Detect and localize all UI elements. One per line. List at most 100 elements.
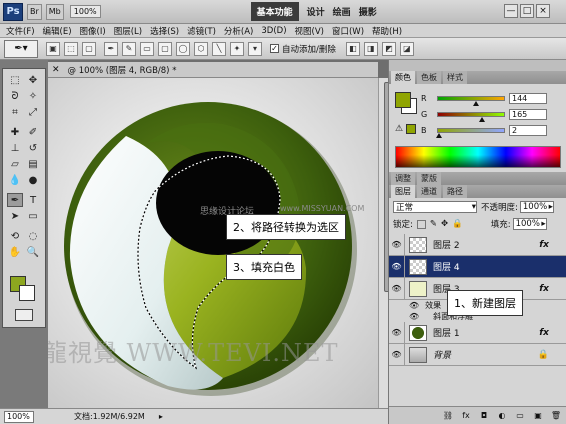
fill-pixels-icon[interactable]: ▢ <box>82 41 96 56</box>
paths-mode-icon[interactable]: ⬚ <box>64 41 78 56</box>
quick-mask-icon[interactable] <box>15 309 33 321</box>
freeform-pen-icon[interactable]: ✎ <box>122 41 136 56</box>
close-icon[interactable]: × <box>536 4 550 18</box>
subtract-path-area-icon[interactable]: ◨ <box>363 41 378 56</box>
eraser-icon[interactable]: ▱ <box>7 157 23 171</box>
tab-masks[interactable]: 蒙版 <box>417 172 441 185</box>
magic-wand-icon[interactable]: ✧ <box>25 89 41 103</box>
path-selection-icon[interactable]: ➤ <box>7 209 23 223</box>
3d-orbit-icon[interactable]: ◌ <box>25 229 41 243</box>
gamut-warning-icon[interactable]: ⚠ <box>395 124 403 134</box>
custom-shape-icon[interactable]: ✦ <box>230 41 244 56</box>
zoom-tool-icon[interactable]: 🔍 <box>25 245 41 259</box>
eye-icon[interactable]: 👁 <box>389 277 405 300</box>
slider-r[interactable]: R 144 <box>421 92 561 106</box>
lock-transparent-icon[interactable] <box>416 219 426 229</box>
rectangle-icon[interactable]: ▭ <box>140 41 154 56</box>
status-arrow-icon[interactable]: ▸ <box>159 412 163 421</box>
layer-row[interactable]: 👁 图层 2 fx <box>389 233 566 256</box>
menu-window[interactable]: 窗口(W) <box>330 25 366 37</box>
new-group-icon[interactable]: ▭ <box>513 410 527 422</box>
workspace-photography[interactable]: 摄影 <box>359 5 377 18</box>
zoom-level-dropdown[interactable]: 100% <box>69 5 101 18</box>
document-tab[interactable]: ✕ @ 100% (图层 4, RGB/8) * <box>48 62 378 78</box>
link-layers-icon[interactable]: ⛓ <box>441 410 455 422</box>
b-thumb[interactable] <box>435 132 442 138</box>
dodge-icon[interactable]: ● <box>25 173 41 187</box>
document-canvas[interactable]: 思缘设计论坛 www.MISSYUAN.COM 2、将路径转换为选区 3、填充白… <box>48 78 378 408</box>
lock-position-icon[interactable]: ✥ <box>441 219 448 229</box>
brush-icon[interactable]: ✐ <box>25 125 41 139</box>
line-icon[interactable]: ╲ <box>212 41 226 56</box>
lock-all-icon[interactable]: 🔒 <box>452 219 463 229</box>
r-track[interactable] <box>437 95 505 106</box>
menu-help[interactable]: 帮助(H) <box>370 25 404 37</box>
add-to-path-area-icon[interactable]: ◧ <box>345 41 360 56</box>
tab-color[interactable]: 颜色 <box>391 71 415 84</box>
blur-icon[interactable]: 💧 <box>7 173 23 187</box>
tab-styles[interactable]: 样式 <box>443 71 467 84</box>
tab-swatches[interactable]: 色板 <box>417 71 441 84</box>
polygon-icon[interactable]: ⬡ <box>194 41 208 56</box>
eye-icon[interactable]: 👁 <box>409 312 419 321</box>
eye-icon[interactable]: 👁 <box>389 343 405 366</box>
r-value-input[interactable]: 144 <box>509 92 547 104</box>
gamut-swatch[interactable] <box>406 124 416 134</box>
menu-analysis[interactable]: 分析(A) <box>222 25 255 37</box>
menu-3d[interactable]: 3D(D) <box>259 26 288 36</box>
adjustment-layer-icon[interactable]: ◐ <box>495 410 509 422</box>
history-brush-icon[interactable]: ↺ <box>25 141 41 155</box>
tab-paths[interactable]: 路径 <box>443 185 467 198</box>
workspace-essentials-button[interactable]: 基本功能 <box>250 2 299 21</box>
menu-edit[interactable]: 编辑(E) <box>41 25 74 37</box>
3d-rotate-icon[interactable]: ⟲ <box>7 229 23 243</box>
color-ramp[interactable] <box>395 146 561 168</box>
pen-icon[interactable]: ✒ <box>104 41 118 56</box>
menu-file[interactable]: 文件(F) <box>4 25 37 37</box>
lock-pixels-icon[interactable]: ✎ <box>430 219 437 229</box>
pen-tool-icon[interactable]: ✒ <box>7 193 23 207</box>
new-layer-icon[interactable]: ▣ <box>531 410 545 422</box>
layer-row[interactable]: 👁 图层 1 fx <box>389 321 566 344</box>
slider-g[interactable]: G 165 <box>421 108 561 122</box>
tab-channels[interactable]: 通道 <box>417 185 441 198</box>
geometry-options-icon[interactable]: ▾ <box>248 41 262 56</box>
fill-input[interactable]: 100% ▸ <box>512 218 547 230</box>
fx-icon[interactable]: fx <box>539 240 549 250</box>
lasso-icon[interactable]: ᘐ <box>7 89 23 103</box>
hand-tool-icon[interactable]: ✋ <box>7 245 23 259</box>
tab-layers[interactable]: 图层 <box>391 185 415 198</box>
crop-icon[interactable]: ⌗ <box>7 105 23 119</box>
menu-layer[interactable]: 图层(L) <box>112 25 144 37</box>
zoom-field[interactable]: 100% <box>4 410 34 423</box>
mini-bridge-button[interactable]: Mb <box>45 3 64 20</box>
clone-stamp-icon[interactable]: ⊥ <box>7 141 23 155</box>
close-document-icon[interactable]: ✕ <box>52 65 60 75</box>
g-value-input[interactable]: 165 <box>509 108 547 120</box>
blend-mode-select[interactable]: 正常 ▾ <box>393 201 477 213</box>
b-track[interactable] <box>435 127 505 138</box>
eye-icon[interactable]: 👁 <box>389 255 405 278</box>
add-mask-icon[interactable]: ◘ <box>477 410 491 422</box>
background-color-swatch[interactable] <box>19 285 35 301</box>
eye-icon[interactable]: 👁 <box>409 301 419 310</box>
auto-add-delete-checkbox[interactable]: ✓ <box>270 44 279 53</box>
layer-row-selected[interactable]: 👁 图层 4 <box>389 255 566 278</box>
menu-view[interactable]: 视图(V) <box>293 25 326 37</box>
fx-menu-icon[interactable]: fx <box>459 410 473 422</box>
layer-row-background[interactable]: 👁 背景 🔒 <box>389 343 566 366</box>
ellipse-icon[interactable]: ◯ <box>176 41 190 56</box>
r-thumb[interactable] <box>473 100 480 106</box>
bridge-button[interactable]: Br <box>27 3 42 20</box>
eye-icon[interactable]: 👁 <box>389 321 405 344</box>
type-tool-icon[interactable]: T <box>25 193 41 207</box>
eye-icon[interactable]: 👁 <box>389 233 405 256</box>
healing-brush-icon[interactable]: ✚ <box>7 125 23 139</box>
workspace-painting[interactable]: 绘画 <box>333 5 351 18</box>
exclude-path-area-icon[interactable]: ◪ <box>399 41 414 56</box>
workspace-design[interactable]: 设计 <box>307 5 325 18</box>
b-value-input[interactable]: 2 <box>509 124 547 136</box>
intersect-path-area-icon[interactable]: ◩ <box>381 41 396 56</box>
trash-icon[interactable]: 🗑 <box>549 410 563 422</box>
fx-icon[interactable]: fx <box>539 284 549 294</box>
